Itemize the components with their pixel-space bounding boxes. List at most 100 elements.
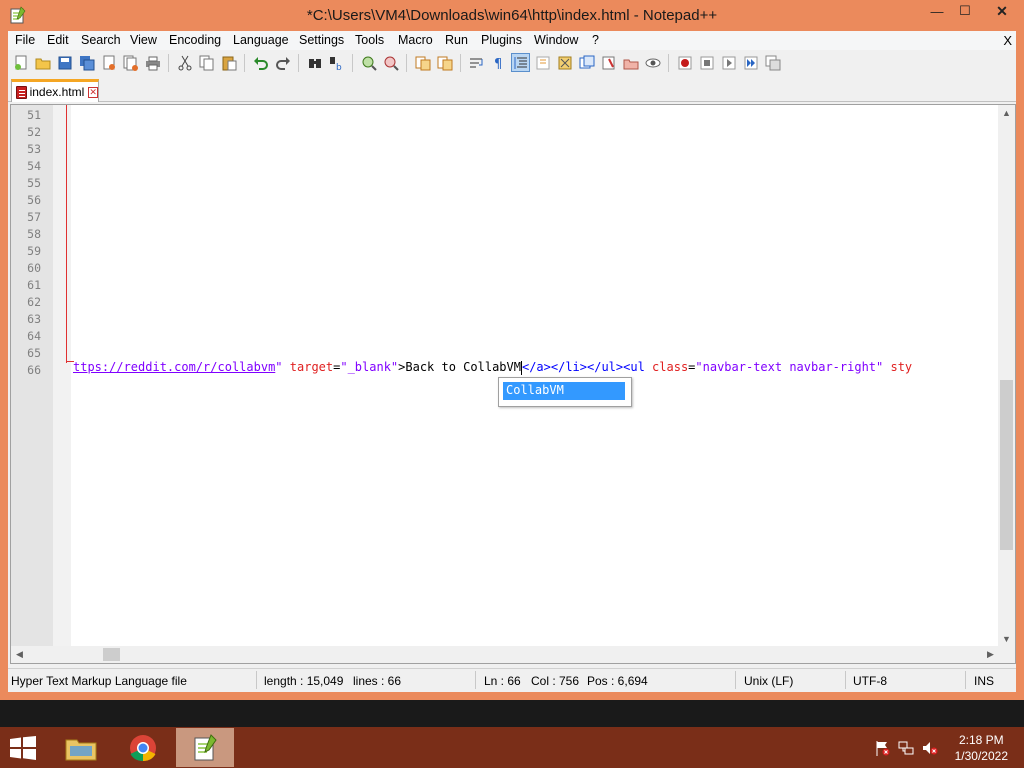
undo-icon[interactable] <box>251 53 270 72</box>
redo-icon[interactable] <box>273 53 292 72</box>
horizontal-scroll-thumb[interactable] <box>103 648 120 661</box>
play-macro-icon[interactable] <box>719 53 738 72</box>
tab-index-html[interactable]: index.html ✕ <box>11 79 99 102</box>
find-icon[interactable] <box>305 53 324 72</box>
line-number: 60 <box>27 261 41 275</box>
menu-settings[interactable]: Settings <box>299 33 344 47</box>
menu-encoding[interactable]: Encoding <box>169 33 221 47</box>
user-language-icon[interactable] <box>533 53 552 72</box>
maximize-button[interactable]: ☐ <box>948 0 982 22</box>
zoom-in-icon[interactable] <box>359 53 378 72</box>
monitoring-icon[interactable] <box>643 53 662 72</box>
status-encoding[interactable]: UTF-8 <box>853 674 887 688</box>
cut-icon[interactable] <box>175 53 194 72</box>
close-icon[interactable] <box>99 53 118 72</box>
code-line-66[interactable]: ttps://reddit.com/r/collabvm" target="_b… <box>73 360 912 375</box>
menu-edit[interactable]: Edit <box>47 33 69 47</box>
status-lines: lines : 66 <box>353 674 402 688</box>
vertical-scroll-thumb[interactable] <box>1000 380 1013 550</box>
indent-guide-icon[interactable] <box>511 53 530 72</box>
scroll-right-icon[interactable]: ▶ <box>982 646 999 663</box>
new-file-icon[interactable] <box>11 53 30 72</box>
tab-label: index.html <box>29 85 85 99</box>
document-list-icon[interactable] <box>621 53 640 72</box>
line-number: 65 <box>27 346 41 360</box>
menu-help[interactable]: ? <box>592 33 599 47</box>
zoom-out-icon[interactable] <box>381 53 400 72</box>
record-macro-icon[interactable] <box>675 53 694 72</box>
horizontal-scrollbar[interactable]: ◀ ▶ <box>11 646 999 663</box>
replace-icon[interactable]: b <box>327 53 346 72</box>
system-clock[interactable]: 2:18 PM 1/30/2022 <box>955 732 1008 764</box>
status-column: Col : 756 <box>531 674 580 688</box>
vertical-scrollbar[interactable]: ▲ ▼ <box>998 105 1015 648</box>
title-bar[interactable]: *C:\Users\VM4\Downloads\win64\http\index… <box>0 0 1024 31</box>
paste-icon[interactable] <box>219 53 238 72</box>
line-number: 55 <box>27 176 41 190</box>
menu-window[interactable]: Window <box>534 33 578 47</box>
window-title: *C:\Users\VM4\Downloads\win64\http\index… <box>306 7 718 24</box>
menu-bar: File Edit Search View Encoding Language … <box>8 31 1016 50</box>
save-all-icon[interactable] <box>77 53 96 72</box>
menu-language[interactable]: Language <box>233 33 289 47</box>
notepad-plus-plus-icon[interactable] <box>176 728 234 767</box>
save-icon[interactable] <box>55 53 74 72</box>
close-window-button[interactable]: ✕ <box>980 0 1024 22</box>
code-url: ttps://reddit.com/r/collabvm <box>73 360 276 374</box>
save-macro-icon[interactable] <box>763 53 782 72</box>
scroll-left-icon[interactable]: ◀ <box>11 646 28 663</box>
sync-horizontal-icon[interactable] <box>435 53 454 72</box>
line-number: 63 <box>27 312 41 326</box>
show-all-chars-icon[interactable]: ¶ <box>489 53 508 72</box>
status-bar: Hyper Text Markup Language file length :… <box>8 668 1016 691</box>
chrome-icon[interactable] <box>114 728 172 767</box>
line-number: 59 <box>27 244 41 258</box>
stop-macro-icon[interactable] <box>697 53 716 72</box>
code-attr-class: class <box>652 360 689 374</box>
tab-close-icon[interactable]: ✕ <box>88 86 98 98</box>
file-explorer-icon[interactable] <box>52 728 110 767</box>
network-icon[interactable] <box>898 740 914 756</box>
print-icon[interactable] <box>143 53 162 72</box>
autocomplete-popup: CollabVM <box>498 377 632 407</box>
svg-text:b: b <box>336 63 342 71</box>
volume-muted-icon[interactable] <box>922 740 938 756</box>
line-number: 53 <box>27 142 41 156</box>
code-closing-tags: </a></li></ul><ul <box>521 360 645 374</box>
status-length: length : 15,049 <box>264 674 344 688</box>
close-all-icon[interactable] <box>121 53 140 72</box>
code-attr-target: target <box>289 360 334 374</box>
status-insert-mode[interactable]: INS <box>974 674 994 688</box>
menu-search[interactable]: Search <box>81 33 121 47</box>
line-number: 56 <box>27 193 41 207</box>
open-file-icon[interactable] <box>33 53 52 72</box>
menu-file[interactable]: File <box>15 33 35 47</box>
line-number: 51 <box>27 108 41 122</box>
status-eol-format[interactable]: Unix (LF) <box>744 674 793 688</box>
word-wrap-icon[interactable] <box>467 53 486 72</box>
menu-plugins[interactable]: Plugins <box>481 33 522 47</box>
windows-start-icon[interactable] <box>8 736 38 760</box>
desktop-strip <box>0 700 1024 727</box>
fold-margin[interactable] <box>53 105 71 663</box>
code-url-quote: " <box>275 360 283 374</box>
menu-macro[interactable]: Macro <box>398 33 433 47</box>
app-client-area: File Edit Search View Encoding Language … <box>8 31 1016 692</box>
line-number: 58 <box>27 227 41 241</box>
line-number: 57 <box>27 210 41 224</box>
autocomplete-item[interactable]: CollabVM <box>503 382 625 400</box>
action-center-flag-icon[interactable] <box>874 740 890 756</box>
doc-map-icon[interactable] <box>555 53 574 72</box>
line-number-gutter: 51 52 53 54 55 56 57 58 59 60 61 62 63 6… <box>11 105 53 663</box>
menu-tools[interactable]: Tools <box>355 33 384 47</box>
copy-icon[interactable] <box>197 53 216 72</box>
status-file-type: Hyper Text Markup Language file <box>11 674 187 688</box>
sync-vertical-icon[interactable] <box>413 53 432 72</box>
function-list-icon[interactable] <box>577 53 596 72</box>
menu-run[interactable]: Run <box>445 33 468 47</box>
scroll-up-icon[interactable]: ▲ <box>998 105 1015 122</box>
run-macro-multiple-icon[interactable] <box>741 53 760 72</box>
menu-view[interactable]: View <box>130 33 157 47</box>
close-document-button[interactable]: X <box>1003 33 1012 48</box>
folder-as-workspace-icon[interactable] <box>599 53 618 72</box>
